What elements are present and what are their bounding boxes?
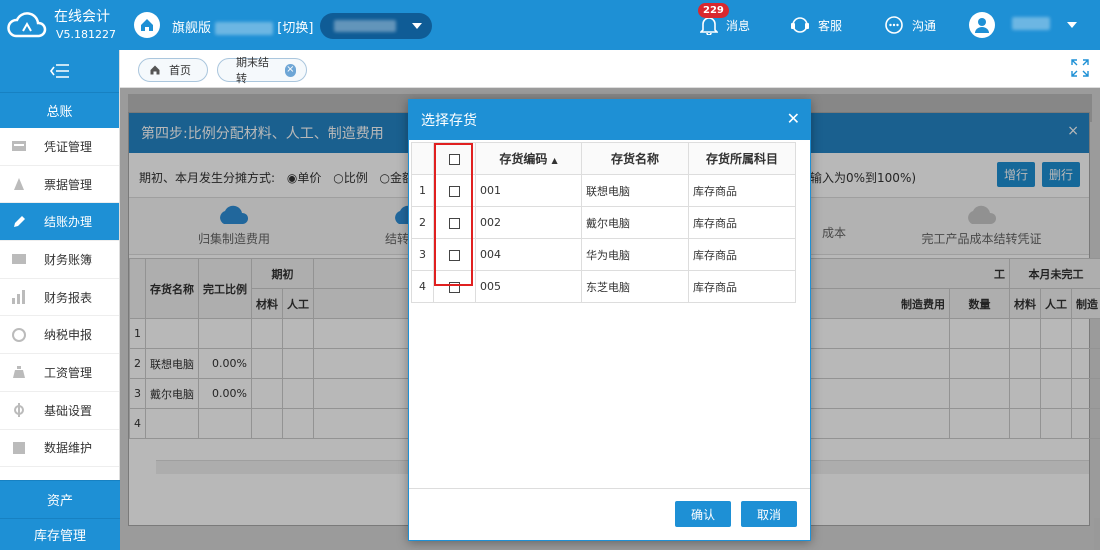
column-header-code[interactable]: 存货编码 ▲ xyxy=(475,142,582,175)
sidebar-section-assets[interactable]: 资产 xyxy=(0,480,120,518)
sidebar-item-label: 数据维护 xyxy=(44,441,93,456)
sidebar-item-label: 票据管理 xyxy=(44,177,93,192)
sidebar-item-label: 纳税申报 xyxy=(44,328,93,343)
tab-period-end[interactable]: 期末结转 × xyxy=(217,56,307,85)
modal-header: 选择存货 ✕ xyxy=(409,100,810,140)
app-name: 在线会计 xyxy=(54,9,110,25)
column-header-name[interactable]: 存货名称 xyxy=(581,142,689,175)
sidebar-item-settings[interactable]: 基础设置 xyxy=(0,392,119,430)
communicate-label: 沟通 xyxy=(912,18,937,33)
sidebar-item-closing[interactable]: 结账办理 xyxy=(0,203,119,242)
messages-label: 消息 xyxy=(726,18,751,33)
username-redacted[interactable] xyxy=(1012,17,1050,30)
sidebar-item-voucher[interactable]: 凭证管理 xyxy=(0,128,119,166)
database-icon xyxy=(10,440,28,456)
sidebar-item-ledgers[interactable]: 财务账簿 xyxy=(0,241,119,279)
sidebar-item-label: 凭证管理 xyxy=(44,139,93,154)
sidebar-item-maintenance[interactable]: 数据维护 xyxy=(0,430,119,468)
settings-icon xyxy=(10,402,28,418)
sidebar-item-label: 基础设置 xyxy=(44,403,93,418)
select-inventory-modal: 选择存货 ✕ 存货编码 ▲ 存货名称 存货所属科目 1 001 联想电脑 库存商… xyxy=(408,99,811,541)
headset-icon xyxy=(791,17,809,33)
sidebar-item-label: 财务账簿 xyxy=(44,252,93,267)
app-version: V5.181227 xyxy=(56,28,117,41)
sidebar-item-bills[interactable]: 票据管理 xyxy=(0,166,119,204)
sidebar: 总账 凭证管理 票据管理 结账办理 财务账簿 财务报表 纳税申报 工资管理 基础… xyxy=(0,50,120,550)
tax-icon xyxy=(10,327,28,343)
tab-bar: 首页 期末结转 × xyxy=(120,50,1100,88)
chat-icon xyxy=(885,16,903,34)
close-tab-icon[interactable]: × xyxy=(284,63,296,77)
sidebar-item-label: 工资管理 xyxy=(44,365,93,380)
service-label: 客服 xyxy=(818,18,843,33)
sidebar-item-label: 结账办理 xyxy=(44,215,93,230)
home-button[interactable] xyxy=(134,12,160,38)
tab-home[interactable]: 首页 xyxy=(138,58,208,82)
communicate-button[interactable]: 沟通 xyxy=(884,0,936,50)
home-icon xyxy=(150,65,160,75)
bar-chart-icon xyxy=(10,289,28,305)
money-bag-icon xyxy=(10,364,28,380)
sidebar-item-reports[interactable]: 财务报表 xyxy=(0,279,119,317)
collapse-menu-icon xyxy=(49,64,69,78)
voucher-icon xyxy=(10,138,28,154)
ledger-icon xyxy=(10,251,28,267)
home-icon xyxy=(141,19,153,31)
tab-label: 期末结转 xyxy=(236,56,269,85)
service-button[interactable]: 客服 xyxy=(790,0,842,50)
period-selector[interactable] xyxy=(320,13,432,39)
edition-label: 旗舰版 xyxy=(172,21,212,36)
sidebar-section-inventory[interactable]: 库存管理 xyxy=(0,518,120,550)
pencil-icon xyxy=(10,214,28,230)
switch-link[interactable]: [切换] xyxy=(277,21,313,36)
sidebar-section-ledger[interactable]: 总账 xyxy=(0,92,119,128)
close-icon[interactable]: ✕ xyxy=(787,109,800,128)
sidebar-menu: 凭证管理 票据管理 结账办理 财务账簿 财务报表 纳税申报 工资管理 基础设置 … xyxy=(0,128,119,468)
app-logo[interactable]: 在线会计 V5.181227 xyxy=(0,0,120,50)
checkbox-column-highlight xyxy=(434,143,473,286)
sort-asc-icon: ▲ xyxy=(551,156,558,165)
cloud-logo-icon xyxy=(7,12,47,38)
avatar[interactable] xyxy=(969,12,995,38)
user-menu-chevron-icon[interactable] xyxy=(1067,22,1077,28)
edition-switch[interactable]: 旗舰版 [切换] xyxy=(172,17,313,36)
user-icon xyxy=(975,18,989,33)
modal-footer: 确认 取消 xyxy=(409,488,810,540)
tab-label: 首页 xyxy=(169,64,191,77)
bills-icon xyxy=(10,176,28,192)
sidebar-item-payroll[interactable]: 工资管理 xyxy=(0,354,119,392)
top-bar: 在线会计 V5.181227 旗舰版 [切换] 消息 229 客服 沟通 xyxy=(0,0,1100,50)
confirm-button[interactable]: 确认 xyxy=(675,501,731,527)
sidebar-item-tax[interactable]: 纳税申报 xyxy=(0,316,119,355)
cancel-button[interactable]: 取消 xyxy=(741,501,797,527)
page-scrollbar[interactable] xyxy=(1094,518,1100,550)
sidebar-item-label: 财务报表 xyxy=(44,290,93,305)
chevron-down-icon xyxy=(412,23,422,29)
notification-badge: 229 xyxy=(698,3,729,18)
company-name-redacted xyxy=(215,22,274,35)
modal-title: 选择存货 xyxy=(421,113,477,129)
column-header-subject[interactable]: 存货所属科目 xyxy=(688,142,796,175)
sidebar-collapse-button[interactable] xyxy=(0,50,119,92)
bell-icon xyxy=(700,17,718,35)
fullscreen-icon[interactable] xyxy=(1070,58,1090,78)
period-value-redacted xyxy=(334,20,396,32)
